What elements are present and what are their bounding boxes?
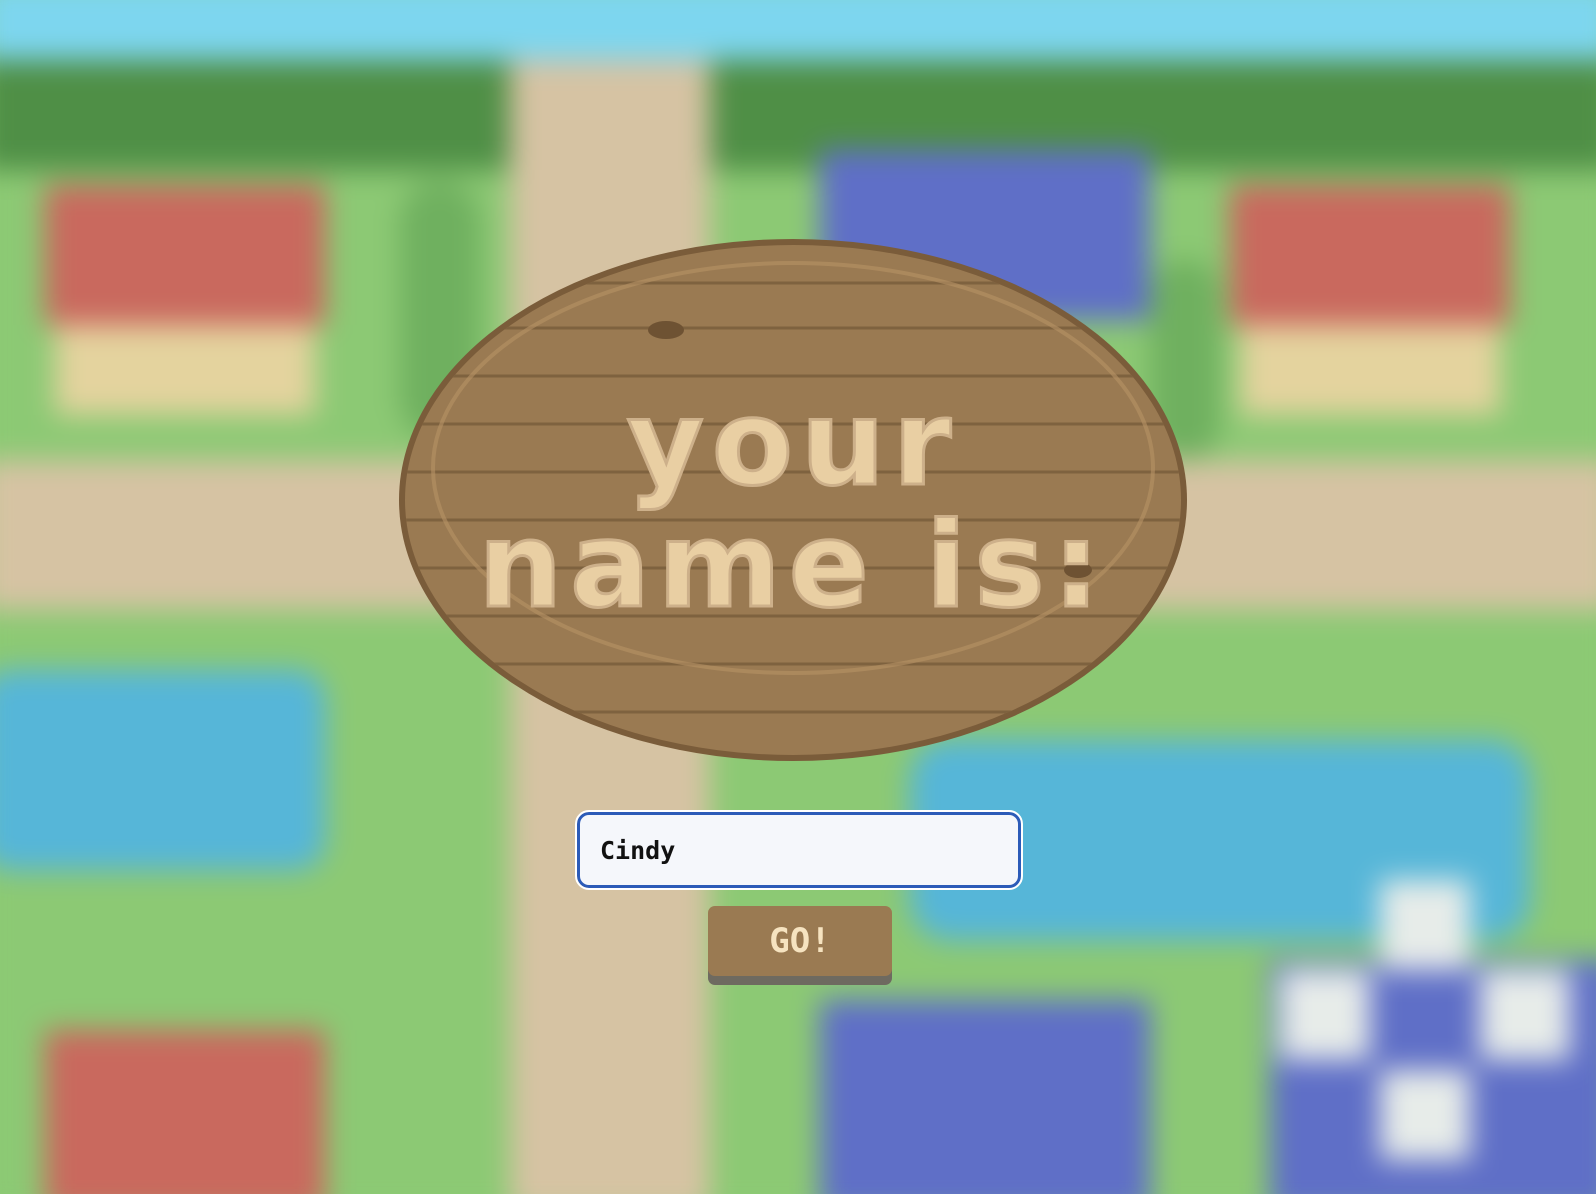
tree-line [0,60,1596,180]
sign-title-line-2: name is: [477,496,1108,634]
wooden-sign: your name is: [396,238,1190,762]
house-roof-top-left [45,185,325,325]
tile-white-2 [1280,970,1370,1060]
tile-white-3 [1480,970,1570,1060]
house-roof-top-right [1230,185,1510,325]
tile-white-4 [1380,1070,1470,1160]
sign-title: your name is: [396,238,1190,762]
house-wall-top-right [1240,325,1500,415]
pond-left [0,670,325,870]
go-button[interactable]: GO! [708,906,892,976]
name-input[interactable] [575,810,1023,890]
house-roof-bottom-left [45,1030,325,1194]
sign-title-line-1: your [625,374,960,512]
tile-white-1 [1380,880,1470,970]
blue-building-bottom [820,1000,1150,1194]
house-wall-top-left [55,325,315,415]
